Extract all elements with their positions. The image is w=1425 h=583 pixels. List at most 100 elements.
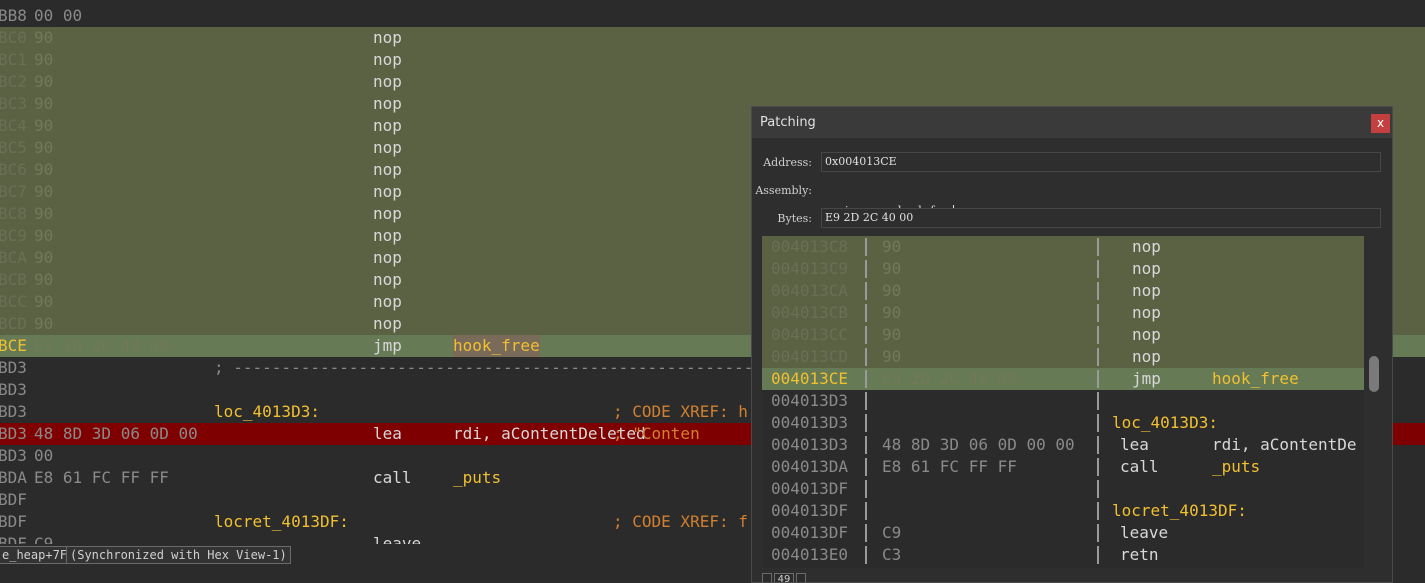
address: 004013C8 [771, 237, 849, 256]
opcode-bytes: 90 [882, 237, 902, 256]
column-separator [865, 370, 867, 388]
opcode-bytes: 90 [34, 72, 54, 91]
column-separator [865, 436, 867, 454]
mnemonic: nop [373, 72, 402, 91]
preview-row[interactable]: 004013D3 [762, 390, 1364, 412]
address: BC9 [0, 226, 27, 245]
listing-row[interactable]: BC1 90 nop [0, 49, 1425, 71]
address: BDF [0, 534, 27, 544]
close-button[interactable]: x [1371, 114, 1390, 133]
listing-row[interactable]: BB8 00 00 [0, 5, 1425, 27]
preview-scrollbar[interactable] [1366, 236, 1382, 568]
mnemonic: nop [373, 116, 402, 135]
column-separator [1097, 370, 1099, 388]
opcode-bytes: C9 [34, 534, 54, 544]
address: BC8 [0, 204, 27, 223]
address: 004013CB [771, 303, 849, 322]
column-separator [1097, 480, 1099, 498]
dialog-title: Patching [760, 115, 816, 130]
address: BDA [0, 468, 27, 487]
preview-footer: 49 [762, 571, 1364, 582]
address: 004013DF [771, 501, 849, 520]
comment: ; CODE XREF: h [613, 402, 748, 421]
opcode-bytes: E9 2D 2C 40 00 [34, 336, 169, 355]
column-separator [865, 524, 867, 542]
preview-row[interactable]: 004013DA E8 61 FC FF FF call _puts [762, 456, 1364, 478]
column-separator [1097, 326, 1099, 344]
address: 004013DF [771, 479, 849, 498]
opcode-bytes: 90 [34, 160, 54, 179]
mnemonic: nop [373, 94, 402, 113]
preview-row[interactable]: 004013DF [762, 478, 1364, 500]
mnemonic: retn [1120, 545, 1159, 564]
column-separator [1097, 238, 1099, 256]
address: 004013CA [771, 281, 849, 300]
address: 004013D3 [771, 435, 849, 454]
preview-row[interactable]: 004013D3 loc_4013D3: [762, 412, 1364, 434]
mnemonic: leave [1120, 523, 1169, 542]
opcode-bytes: E8 61 FC FF FF [882, 457, 1017, 476]
address: BB8 [0, 6, 27, 25]
address: BD3 [0, 424, 27, 443]
scroll-right-button[interactable] [796, 573, 806, 582]
listing-row[interactable]: BC0 90 nop [0, 27, 1425, 49]
address: BCB [0, 270, 27, 289]
address: BC1 [0, 50, 27, 69]
mnemonic: nop [373, 226, 402, 245]
preview-row[interactable]: 004013C9 90 nop [762, 258, 1364, 280]
preview-row[interactable]: 004013CC 90 nop [762, 324, 1364, 346]
address: BC5 [0, 138, 27, 157]
preview-row[interactable]: 004013CD 90 nop [762, 346, 1364, 368]
column-separator [1097, 502, 1099, 520]
preview-row[interactable]: 004013D3 48 8D 3D 06 0D 00 00 lea rdi, aCon… [762, 434, 1364, 456]
mnemonic: nop [373, 160, 402, 179]
preview-row[interactable]: 004013C8 90 nop [762, 236, 1364, 258]
assembly-input[interactable]: jmphook_free [824, 181, 954, 218]
address: BD3 [0, 380, 27, 399]
preview-row[interactable]: 004013CE E9 2D 2C 40 00 jmp hook_free [762, 368, 1364, 390]
listing-row[interactable]: BC2 90 nop [0, 71, 1425, 93]
column-separator [865, 260, 867, 278]
bytes-input[interactable]: E9 2D 2C 40 00 [821, 208, 1381, 228]
address: BCE [0, 336, 27, 355]
address: BD3 [0, 358, 27, 377]
code-label: locret_4013DF: [214, 512, 349, 531]
opcode-bytes: 90 [882, 325, 902, 344]
opcode-bytes: 90 [882, 281, 902, 300]
column-separator [865, 326, 867, 344]
address: BD3 [0, 446, 27, 465]
mnemonic: jmp [373, 336, 402, 355]
column-separator [865, 348, 867, 366]
scroll-left-button[interactable] [762, 573, 772, 582]
patch-preview-listing[interactable]: 004013C8 90 nop 004013C9 90 nop 004013CA 90 nop 0… [762, 236, 1364, 568]
preview-row[interactable]: 004013E0 C3 retn [762, 544, 1364, 566]
address: 004013DA [771, 457, 849, 476]
mnemonic: nop [1132, 303, 1161, 322]
opcode-bytes: 90 [34, 314, 54, 333]
column-separator [1097, 348, 1099, 366]
mnemonic: nop [373, 248, 402, 267]
column-separator [1097, 282, 1099, 300]
status-sync: (Synchronized with Hex View-1) [66, 546, 291, 564]
mnemonic: lea [373, 424, 402, 443]
preview-row[interactable]: 004013CA 90 nop [762, 280, 1364, 302]
code-label: loc_4013D3: [214, 402, 320, 421]
preview-row[interactable]: 004013DF C9 leave [762, 522, 1364, 544]
opcode-bytes: C9 [882, 523, 902, 542]
address-input[interactable]: 0x004013CE [821, 152, 1381, 172]
dialog-body: Address: 0x004013CE Assembly: jmphook_fr… [752, 138, 1392, 582]
scrollbar-thumb[interactable] [1369, 356, 1379, 392]
address: BC0 [0, 28, 27, 47]
address: BDF [0, 490, 27, 509]
opcode-bytes: 90 [34, 94, 54, 113]
opcode-bytes: E8 61 FC FF FF [34, 468, 169, 487]
opcode-bytes: 90 [34, 226, 54, 245]
mnemonic: nop [1132, 281, 1161, 300]
column-separator [865, 480, 867, 498]
assembly-label: Assembly: [755, 184, 812, 197]
preview-row[interactable]: 004013DF locret_4013DF: [762, 500, 1364, 522]
mnemonic: call [373, 468, 412, 487]
column-separator [865, 238, 867, 256]
column-separator [1097, 436, 1099, 454]
preview-row[interactable]: 004013CB 90 nop [762, 302, 1364, 324]
